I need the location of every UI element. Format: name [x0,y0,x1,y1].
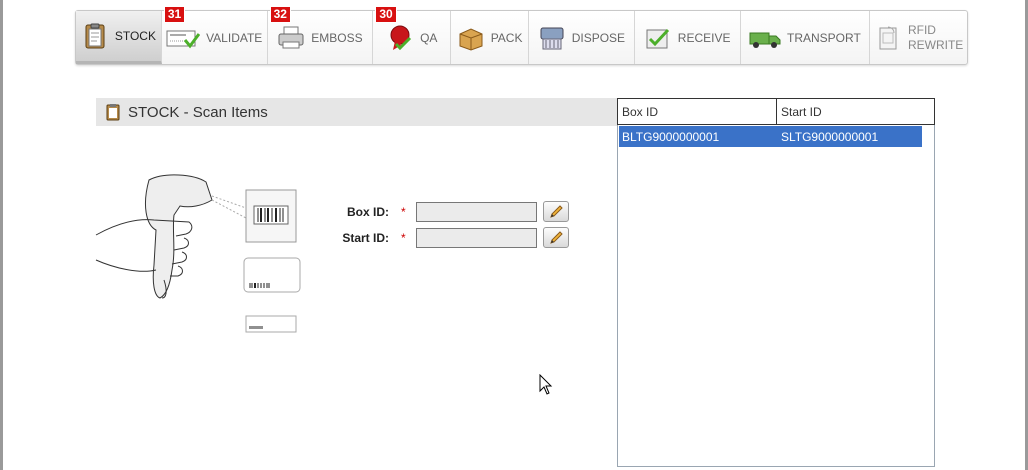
cell-start-id: SLTG9000000001 [780,129,879,144]
start-id-edit-button[interactable] [542,227,569,248]
window-frame-left [0,0,3,470]
clipboard-icon [85,23,105,49]
scanned-items-grid: Box ID Start ID BLTG9000000001 SLTG90000… [617,98,935,467]
pencil-icon [549,204,563,218]
table-row[interactable]: BLTG9000000001 SLTG9000000001 [619,126,922,147]
tab-transport[interactable]: TRANSPORT [741,11,871,64]
start-id-required-mark: * [401,230,406,245]
scan-panel-header: STOCK - Scan Items [96,98,617,126]
tab-transport-label: TRANSPORT [786,30,861,45]
box-id-label: Box ID: [347,204,389,219]
tab-qa-label: QA [420,30,438,45]
tab-dispose-label: DISPOSE [571,30,626,45]
start-id-row: Start ID: * [329,227,569,248]
panel-title: STOCK - Scan Items [128,103,268,121]
validate-count-badge: 31 [163,6,186,23]
tab-stock[interactable]: STOCK [76,11,162,64]
box-id-edit-button[interactable] [542,201,569,222]
pencil-icon [549,230,563,244]
start-id-label: Start ID: [342,230,389,245]
card-check-icon [166,30,201,48]
column-header-box-id[interactable]: Box ID [618,99,777,124]
column-header-start-id[interactable]: Start ID [777,99,935,124]
box-id-input[interactable] [415,201,537,222]
tab-validate-label: VALIDATE [206,30,263,45]
printer-icon [278,26,304,48]
rfid-icon [879,26,897,49]
mouse-cursor-icon [539,374,553,395]
tab-emboss-label: EMBOSS [311,30,363,45]
workflow-toolbar: STOCK 31 VALIDATE 32 EMBOSS 30 QA PACK D… [75,6,968,65]
tab-dispose[interactable]: DISPOSE [529,11,635,64]
clipboard-icon [106,104,120,121]
tab-receive[interactable]: RECEIVE [635,11,741,64]
receive-check-icon [646,28,669,48]
tab-qa[interactable]: 30 QA [373,6,452,64]
qa-count-badge: 30 [375,6,397,23]
tab-emboss[interactable]: 32 EMBOSS [268,6,374,64]
box-id-required-mark: * [401,204,406,219]
tab-validate[interactable]: 31 VALIDATE [162,6,268,64]
emboss-count-badge: 32 [269,6,291,23]
tab-rfid-rewrite-label: RFID REWRITE [907,22,964,52]
tab-receive-label: RECEIVE [677,30,731,45]
cell-box-id: BLTG9000000001 [622,129,720,144]
box-id-row: Box ID: * [329,201,569,222]
start-id-input[interactable] [415,227,537,248]
barcode-scanner-illustration [95,174,301,333]
box-icon [459,27,483,51]
rosette-check-icon [390,25,412,50]
tab-rfid-rewrite[interactable]: RFID REWRITE [870,11,967,64]
shredder-icon [540,27,564,49]
tab-pack-label: PACK [490,30,523,45]
tab-stock-label: STOCK [114,29,156,43]
tab-pack[interactable]: PACK [451,11,529,64]
truck-icon [749,32,781,48]
grid-header: Box ID Start ID [617,98,935,125]
